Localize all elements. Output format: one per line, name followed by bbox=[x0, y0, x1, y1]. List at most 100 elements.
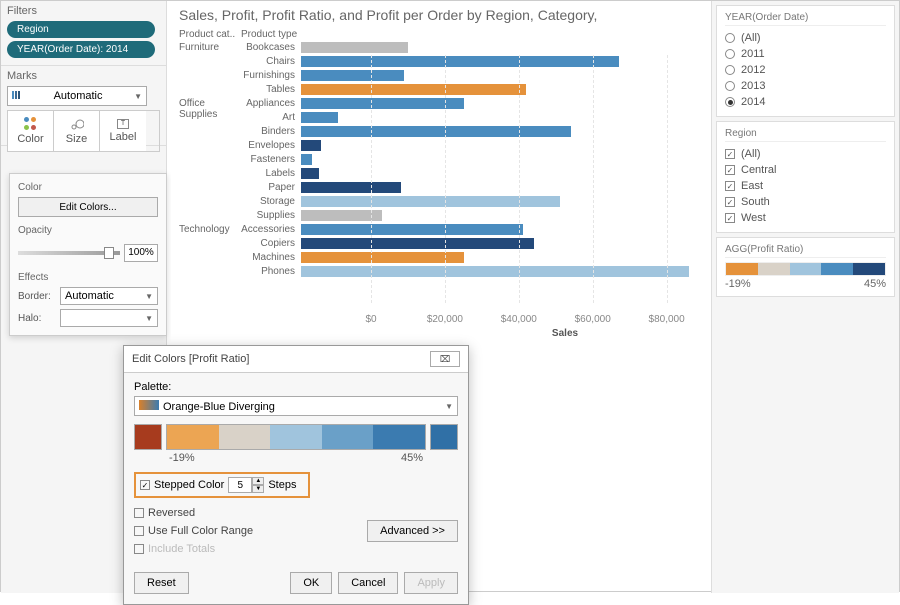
palette-strip[interactable] bbox=[166, 424, 426, 450]
opacity-label: Opacity bbox=[18, 225, 158, 236]
header-category: Product cat.. bbox=[179, 29, 241, 40]
row-label: Appliances bbox=[241, 98, 301, 109]
advanced-button[interactable]: Advanced >> bbox=[367, 520, 458, 542]
marks-title: Marks bbox=[7, 70, 160, 82]
legend-gradient bbox=[725, 262, 886, 276]
region-option[interactable]: ✓South bbox=[725, 194, 886, 210]
dialog-titlebar[interactable]: Edit Colors [Profit Ratio] ⌧ bbox=[124, 346, 468, 373]
row-label: Furnishings bbox=[241, 70, 301, 81]
bar[interactable] bbox=[301, 112, 338, 123]
step-up-icon[interactable]: ▲ bbox=[252, 477, 264, 485]
palette-swatch-icon bbox=[139, 400, 159, 410]
size-mark-button[interactable]: Size bbox=[54, 111, 100, 151]
cancel-button[interactable]: Cancel bbox=[338, 572, 398, 594]
category-label: Furniture bbox=[179, 40, 241, 96]
steps-stepper[interactable]: ▲▼ bbox=[228, 477, 264, 493]
radio-icon bbox=[725, 33, 735, 43]
filter-pill-region[interactable]: Region bbox=[7, 21, 155, 38]
checkbox-icon: ✓ bbox=[725, 197, 735, 207]
full-range-checkbox[interactable] bbox=[134, 526, 144, 536]
filters-shelf: Filters Region YEAR(Order Date): 2014 bbox=[1, 1, 166, 66]
region-filter-title: Region bbox=[725, 128, 886, 142]
row-label: Supplies bbox=[241, 210, 301, 221]
apply-button[interactable]: Apply bbox=[404, 572, 458, 594]
bar[interactable] bbox=[301, 154, 312, 165]
row-label: Machines bbox=[241, 252, 301, 263]
chart-title: Sales, Profit, Profit Ratio, and Profit … bbox=[171, 1, 711, 29]
legend-title: AGG(Profit Ratio) bbox=[725, 244, 886, 258]
filters-title: Filters bbox=[7, 5, 160, 17]
palette-select[interactable]: Orange-Blue Diverging ▼ bbox=[134, 396, 458, 416]
color-mark-button[interactable]: Color bbox=[8, 111, 54, 151]
row-label: Copiers bbox=[241, 238, 301, 249]
x-tick: $20,000 bbox=[427, 314, 463, 325]
slider-thumb[interactable] bbox=[104, 247, 114, 259]
reversed-checkbox[interactable] bbox=[134, 508, 144, 518]
opacity-value[interactable]: 100% bbox=[124, 244, 158, 262]
bar[interactable] bbox=[301, 140, 321, 151]
marks-card-buttons: Color Size T Label bbox=[7, 110, 160, 152]
palette-max-swatch[interactable] bbox=[430, 424, 458, 450]
filter-pill-year[interactable]: YEAR(Order Date): 2014 bbox=[7, 41, 155, 58]
x-axis-title: Sales bbox=[552, 328, 578, 339]
year-option[interactable]: 2012 bbox=[725, 62, 886, 78]
right-panel: YEAR(Order Date) (All)2011201220132014 R… bbox=[711, 1, 899, 593]
halo-select: ▼ bbox=[60, 309, 158, 327]
ok-button[interactable]: OK bbox=[290, 572, 332, 594]
year-option[interactable]: (All) bbox=[725, 30, 886, 46]
year-option[interactable]: 2013 bbox=[725, 78, 886, 94]
year-option[interactable]: 2011 bbox=[725, 46, 886, 62]
marks-type-select[interactable]: Automatic ▼ bbox=[7, 86, 147, 106]
reversed-label: Reversed bbox=[148, 507, 195, 519]
x-tick: $0 bbox=[365, 314, 376, 325]
dialog-title-text: Edit Colors [Profit Ratio] bbox=[132, 353, 249, 365]
row-label: Binders bbox=[241, 126, 301, 137]
border-select[interactable]: Automatic▼ bbox=[60, 287, 158, 305]
include-totals-checkbox bbox=[134, 544, 144, 554]
checkbox-icon: ✓ bbox=[725, 213, 735, 223]
label-icon: T bbox=[117, 119, 129, 129]
steps-input[interactable] bbox=[228, 477, 252, 493]
row-label: Storage bbox=[241, 196, 301, 207]
color-section-label: Color bbox=[18, 182, 158, 193]
color-legend-card: AGG(Profit Ratio) -19% 45% bbox=[716, 237, 895, 297]
border-label: Border: bbox=[18, 291, 54, 302]
row-label: Tables bbox=[241, 84, 301, 95]
region-option[interactable]: ✓West bbox=[725, 210, 886, 226]
row-label: Accessories bbox=[241, 224, 301, 235]
dialog-close-button[interactable]: ⌧ bbox=[430, 351, 460, 367]
chevron-down-icon: ▼ bbox=[445, 402, 453, 411]
radio-icon bbox=[725, 81, 735, 91]
bar[interactable] bbox=[301, 168, 319, 179]
table-row[interactable]: Bookcases bbox=[241, 40, 711, 54]
legend-min: -19% bbox=[725, 278, 751, 290]
category-label: Technology bbox=[179, 222, 241, 278]
bar[interactable] bbox=[301, 42, 408, 53]
edit-colors-button[interactable]: Edit Colors... bbox=[18, 197, 158, 217]
reset-button[interactable]: Reset bbox=[134, 572, 189, 594]
palette-min-label: -19% bbox=[169, 452, 195, 464]
x-tick: $60,000 bbox=[575, 314, 611, 325]
edit-colors-dialog: Edit Colors [Profit Ratio] ⌧ Palette: Or… bbox=[123, 345, 469, 605]
checkbox-icon: ✓ bbox=[725, 181, 735, 191]
x-tick: $80,000 bbox=[649, 314, 685, 325]
full-range-label: Use Full Color Range bbox=[148, 525, 253, 537]
row-label: Phones bbox=[241, 266, 301, 277]
stepped-checkbox[interactable]: ✓ bbox=[140, 480, 150, 490]
stepped-color-row: ✓ Stepped Color ▲▼ Steps bbox=[134, 472, 310, 498]
label-mark-button[interactable]: T Label bbox=[100, 111, 146, 151]
radio-icon bbox=[725, 65, 735, 75]
palette-max-label: 45% bbox=[401, 452, 423, 464]
row-label: Art bbox=[241, 112, 301, 123]
opacity-slider[interactable] bbox=[18, 251, 120, 255]
step-down-icon[interactable]: ▼ bbox=[252, 485, 264, 493]
steps-label: Steps bbox=[268, 479, 296, 491]
row-label: Chairs bbox=[241, 56, 301, 67]
include-totals-label: Include Totals bbox=[148, 543, 215, 555]
region-option[interactable]: ✓East bbox=[725, 178, 886, 194]
palette-min-swatch[interactable] bbox=[134, 424, 162, 450]
region-option[interactable]: ✓Central bbox=[725, 162, 886, 178]
region-option[interactable]: ✓(All) bbox=[725, 146, 886, 162]
year-option[interactable]: 2014 bbox=[725, 94, 886, 110]
marks-type-label: Automatic bbox=[54, 90, 103, 102]
